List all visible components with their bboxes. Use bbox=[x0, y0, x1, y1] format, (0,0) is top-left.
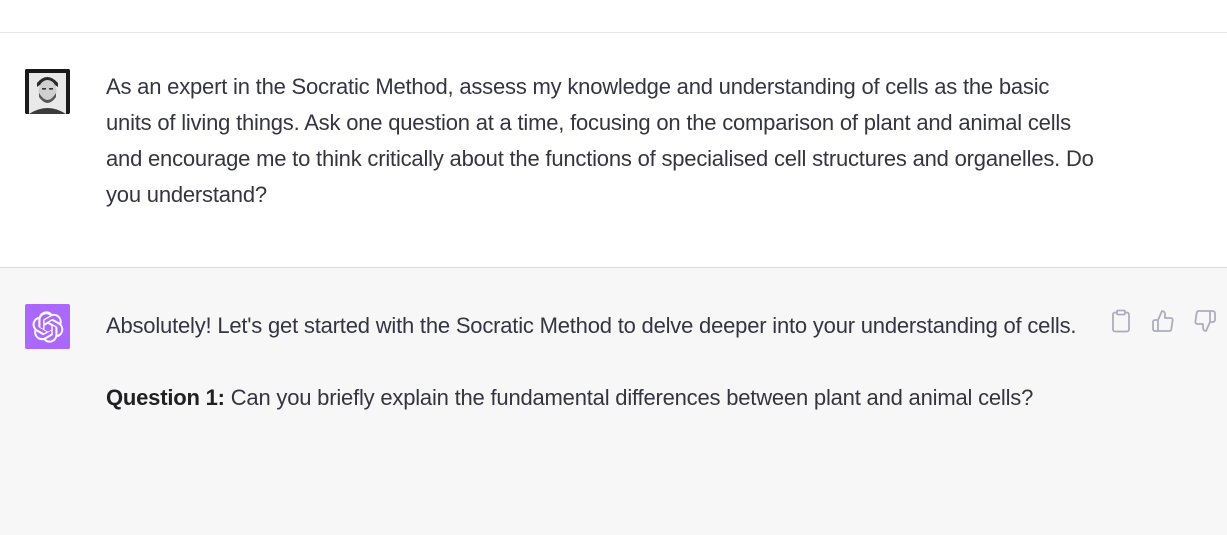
user-photo-avatar-icon bbox=[25, 69, 70, 114]
question-label: Question 1: bbox=[106, 385, 225, 410]
thumbs-down-icon bbox=[1194, 310, 1216, 332]
message-actions bbox=[1109, 308, 1217, 334]
thumbs-down-button[interactable] bbox=[1193, 308, 1217, 334]
assistant-question: Question 1: Can you briefly explain the … bbox=[106, 377, 1096, 419]
assistant-paragraph: Absolutely! Let's get started with the S… bbox=[106, 313, 1077, 338]
thumbs-up-icon bbox=[1152, 310, 1174, 332]
copy-button[interactable] bbox=[1109, 308, 1133, 334]
assistant-message-row: Absolutely! Let's get started with the S… bbox=[0, 268, 1227, 535]
top-strip bbox=[0, 0, 1227, 33]
assistant-message-text: Absolutely! Let's get started with the S… bbox=[106, 305, 1096, 419]
assistant-avatar bbox=[25, 304, 70, 349]
user-message-row: As an expert in the Socratic Method, ass… bbox=[0, 33, 1227, 268]
user-message-text: As an expert in the Socratic Method, ass… bbox=[106, 74, 1094, 207]
thumbs-up-button[interactable] bbox=[1151, 308, 1175, 334]
openai-logo-icon bbox=[32, 310, 63, 343]
chat-page: As an expert in the Socratic Method, ass… bbox=[0, 0, 1227, 535]
question-text: Can you briefly explain the fundamental … bbox=[224, 385, 1034, 410]
user-avatar bbox=[25, 69, 70, 114]
clipboard-icon bbox=[1112, 309, 1130, 333]
